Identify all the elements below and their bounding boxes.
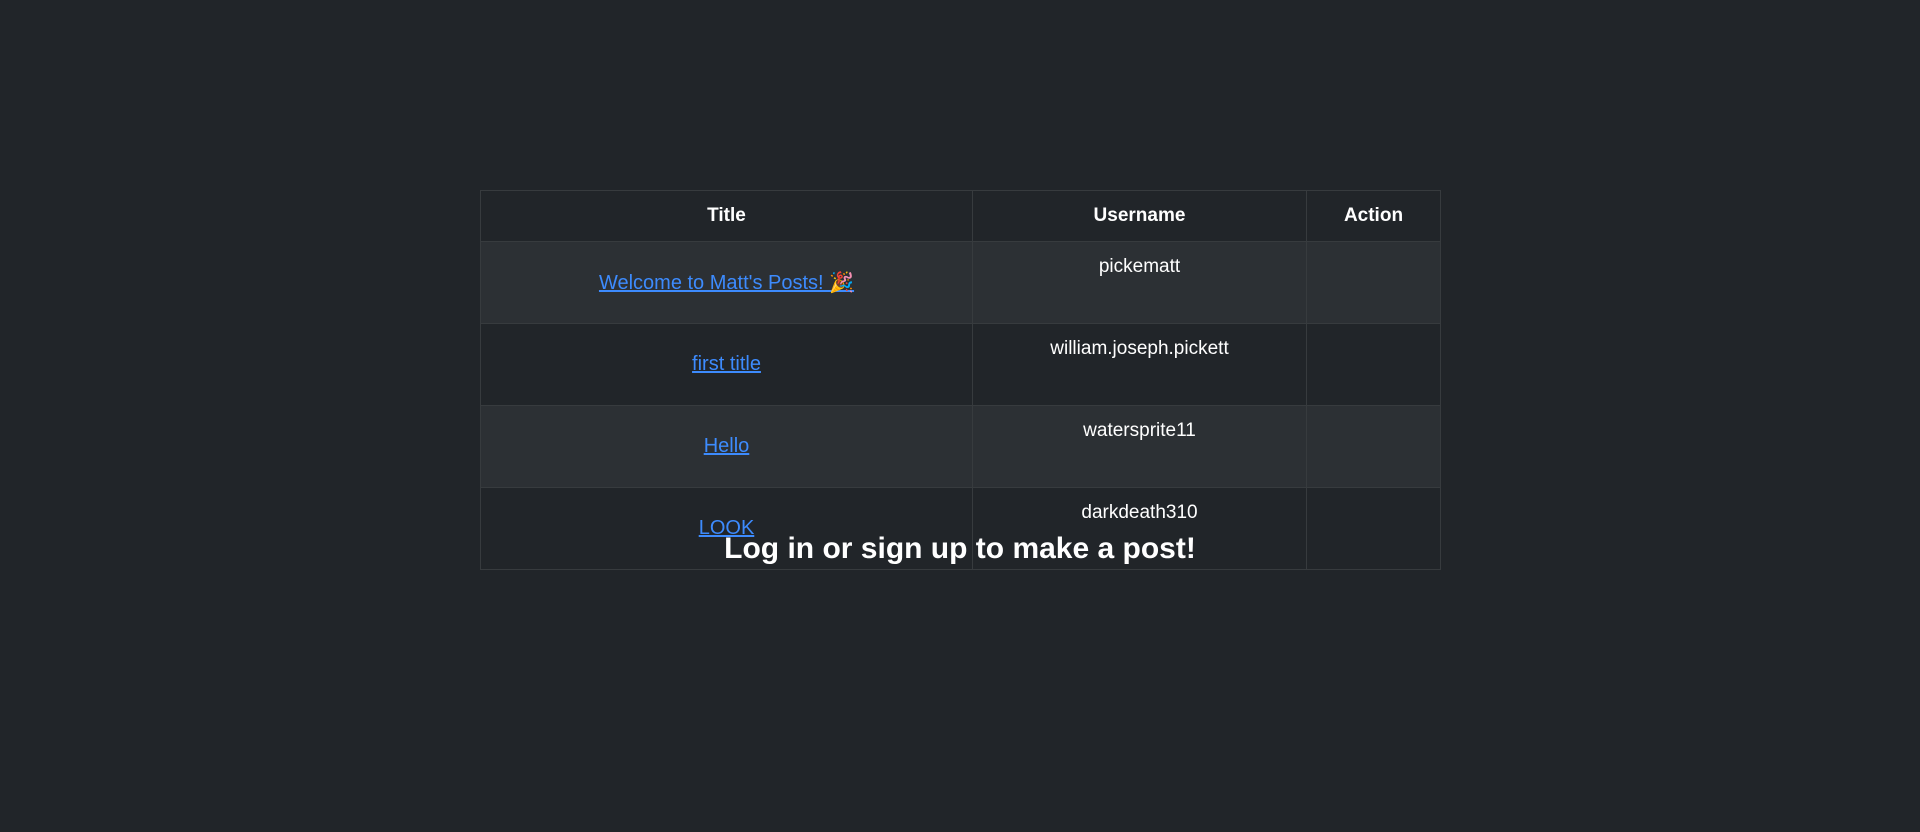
column-header-title: Title bbox=[480, 190, 973, 242]
title-cell: Welcome to Matt's Posts! 🎉 bbox=[480, 241, 973, 324]
column-header-action: Action bbox=[1306, 190, 1441, 242]
column-header-username: Username bbox=[972, 190, 1307, 242]
username-cell: watersprite11 bbox=[972, 405, 1307, 488]
post-title-link[interactable]: Welcome to Matt's Posts! 🎉 bbox=[599, 272, 854, 294]
login-signup-prompt: Log in or sign up to make a post! bbox=[724, 532, 1196, 565]
page: Title Username Action Welcome to Matt's … bbox=[0, 0, 1920, 832]
table-header-row: Title Username Action bbox=[480, 190, 1441, 242]
post-title-link[interactable]: Hello bbox=[704, 435, 750, 457]
title-cell: Hello bbox=[480, 405, 973, 488]
action-cell bbox=[1306, 405, 1441, 488]
title-cell: first title bbox=[480, 323, 973, 406]
action-cell bbox=[1306, 323, 1441, 406]
posts-table: Title Username Action Welcome to Matt's … bbox=[480, 190, 1441, 570]
table-row: Hello watersprite11 bbox=[480, 405, 1441, 488]
table-row: Welcome to Matt's Posts! 🎉 pickematt bbox=[480, 241, 1441, 324]
action-cell bbox=[1306, 241, 1441, 324]
username-cell: william.joseph.pickett bbox=[972, 323, 1307, 406]
post-title-link[interactable]: first title bbox=[692, 353, 761, 375]
table-row: first title william.joseph.pickett bbox=[480, 323, 1441, 406]
username-cell: pickematt bbox=[972, 241, 1307, 324]
